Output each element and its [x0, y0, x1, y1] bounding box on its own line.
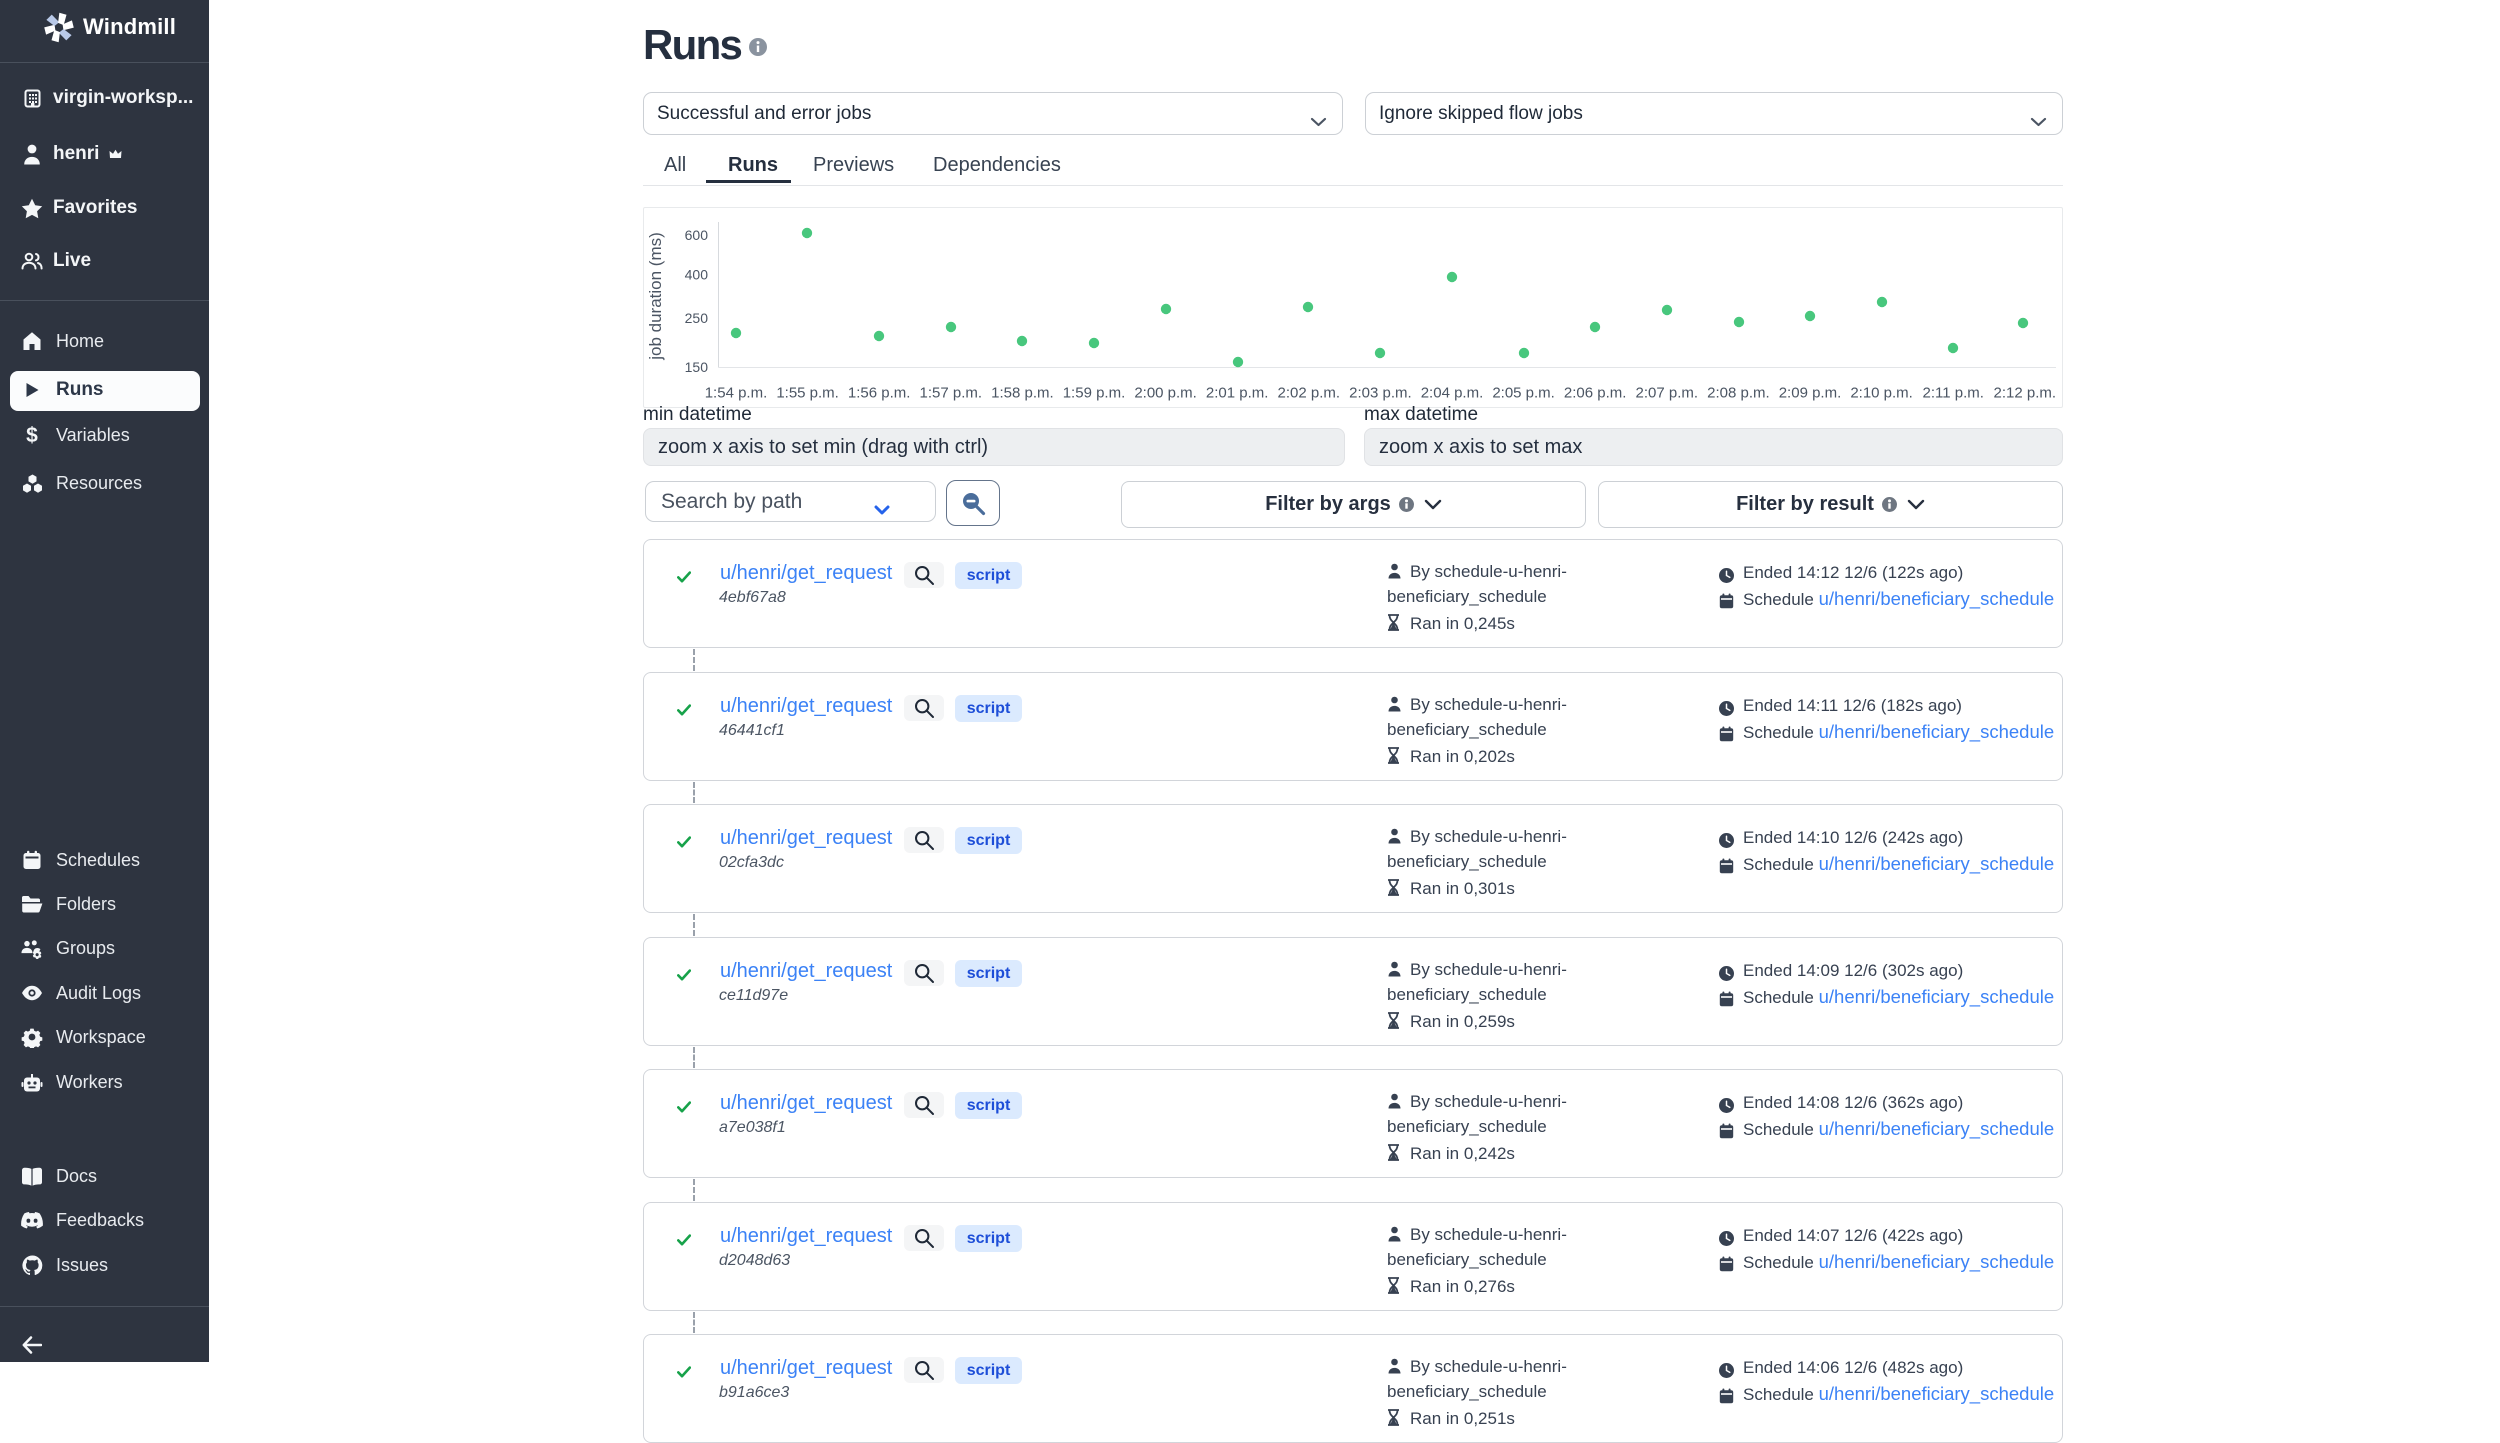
svg-text:400: 400: [685, 267, 709, 283]
svg-text:150: 150: [685, 359, 709, 375]
svg-text:$: $: [26, 424, 38, 446]
svg-text:1:54 p.m.: 1:54 p.m.: [705, 385, 768, 402]
svg-text:2:08 p.m.: 2:08 p.m.: [1707, 385, 1770, 402]
svg-text:250: 250: [685, 310, 709, 326]
svg-text:2:03 p.m.: 2:03 p.m.: [1349, 385, 1412, 402]
svg-text:2:04 p.m.: 2:04 p.m.: [1421, 385, 1484, 402]
svg-text:2:00 p.m.: 2:00 p.m.: [1134, 385, 1197, 402]
svg-text:2:06 p.m.: 2:06 p.m.: [1564, 385, 1627, 402]
svg-text:1:55 p.m.: 1:55 p.m.: [776, 385, 839, 402]
svg-text:2:12 p.m.: 2:12 p.m.: [1994, 385, 2057, 402]
svg-text:job duration (ms): job duration (ms): [646, 232, 665, 361]
svg-text:1:56 p.m.: 1:56 p.m.: [848, 385, 911, 402]
svg-text:1:59 p.m.: 1:59 p.m.: [1063, 385, 1126, 402]
svg-text:1:57 p.m.: 1:57 p.m.: [920, 385, 983, 402]
svg-text:2:07 p.m.: 2:07 p.m.: [1636, 385, 1699, 402]
svg-text:2:10 p.m.: 2:10 p.m.: [1850, 385, 1913, 402]
svg-text:2:11 p.m.: 2:11 p.m.: [1922, 385, 1983, 402]
svg-text:2:09 p.m.: 2:09 p.m.: [1779, 385, 1842, 402]
svg-text:1:58 p.m.: 1:58 p.m.: [991, 385, 1054, 402]
svg-text:600: 600: [685, 227, 709, 243]
svg-text:2:01 p.m.: 2:01 p.m.: [1206, 385, 1269, 402]
svg-text:2:05 p.m.: 2:05 p.m.: [1492, 385, 1555, 402]
svg-text:2:02 p.m.: 2:02 p.m.: [1278, 385, 1341, 402]
